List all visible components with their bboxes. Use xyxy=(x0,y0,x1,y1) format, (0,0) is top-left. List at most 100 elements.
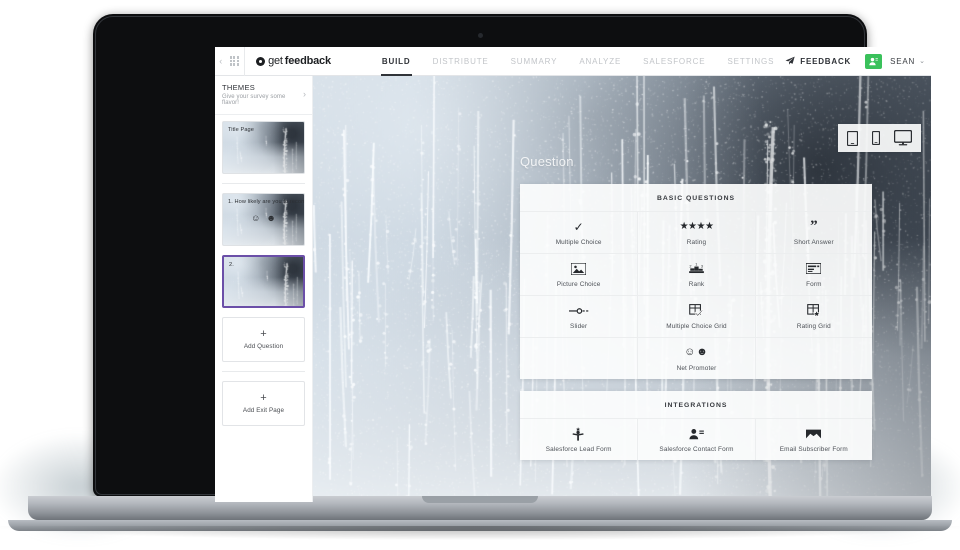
tab-analyze[interactable]: ANALYZE xyxy=(568,47,632,76)
slide-divider xyxy=(222,182,305,184)
quotation-marks-icon: ” xyxy=(810,218,818,234)
integration-salesforce-lead-form[interactable]: Salesforce Lead Form xyxy=(520,418,638,460)
tab-summary[interactable]: SUMMARY xyxy=(500,47,569,76)
panel-title: BASIC QUESTIONS xyxy=(656,195,736,202)
two-faces-icon: ☺☻ xyxy=(684,346,709,358)
person-star-icon xyxy=(572,426,584,441)
integration-salesforce-contact-form[interactable]: Salesforce Contact Form xyxy=(637,418,755,460)
add-exit-page-button[interactable]: + Add Exit Page xyxy=(222,380,305,426)
question-type-grid: ✓ Multiple Choice ★★★★ Rating ” Short An… xyxy=(520,211,872,379)
cell-label: Multiple Choice xyxy=(555,239,602,246)
slide-faces-preview: ☺ ☻ xyxy=(223,212,304,223)
slide-thumbnail-title-page[interactable]: Title Page xyxy=(222,120,305,174)
chevron-left-icon[interactable]: ‹ xyxy=(215,56,226,66)
laptop-shadow xyxy=(0,526,960,540)
user-name-label[interactable]: SEAN xyxy=(890,57,915,66)
themes-text-block: THEMES Give your survey some flavor! xyxy=(222,83,300,106)
tab-salesforce[interactable]: SALESFORCE xyxy=(632,47,716,76)
integration-grid: Salesforce Lead Form Salesforce Contact … xyxy=(520,418,872,460)
laptop-screen: ‹ get feedback BUILD DISTRIBUTE SUMMARY … xyxy=(215,47,931,502)
feedback-label: FEEDBACK xyxy=(800,56,852,66)
basic-questions-panel: BASIC QUESTIONS ✓ Multiple Choice ★★★★ R… xyxy=(520,184,872,379)
panel-title: INTEGRATIONS xyxy=(664,402,728,409)
integrations-panel: INTEGRATIONS Salesforce Lead Form Salesf… xyxy=(520,391,872,460)
cell-label: Picture Choice xyxy=(556,281,601,288)
cell-label: Salesforce Contact Form xyxy=(659,446,734,453)
slider-icon xyxy=(568,307,588,314)
cell-label: Email Subscriber Form xyxy=(779,446,848,453)
question-type-rating[interactable]: ★★★★ Rating xyxy=(637,211,755,253)
grid-empty-cell xyxy=(754,337,872,379)
smiley-face-icon: ☺ xyxy=(251,212,261,223)
cell-label: Slider xyxy=(570,323,588,330)
header-divider xyxy=(244,47,246,76)
smiley-face-icon: ☻ xyxy=(266,212,276,223)
question-type-multiple-choice-grid[interactable]: Multiple Choice Grid xyxy=(637,295,755,337)
slide-thumbnail-question-1[interactable]: 1. How likely are you to recom ☺ ☻ xyxy=(222,192,305,246)
integration-email-subscriber-form[interactable]: Email Subscriber Form xyxy=(754,418,872,460)
tab-settings[interactable]: SETTINGS xyxy=(716,47,785,76)
plus-icon: + xyxy=(260,391,267,404)
themes-title: THEMES xyxy=(222,83,256,92)
themes-subtitle: Give your survey some flavor! xyxy=(222,93,286,106)
add-exit-page-label: Add Exit Page xyxy=(242,406,285,414)
grid-star-icon xyxy=(807,304,821,317)
desktop-icon[interactable] xyxy=(894,130,912,146)
user-avatar-badge[interactable] xyxy=(865,53,883,69)
cell-label: Salesforce Lead Form xyxy=(545,446,612,453)
question-caption: Question xyxy=(520,154,574,169)
survey-sidebar: THEMES Give your survey some flavor! › T… xyxy=(215,76,313,502)
slide-thumbnail-question-2[interactable]: 2. xyxy=(222,254,305,308)
svg-text:1: 1 xyxy=(695,263,697,267)
cell-label: Short Answer xyxy=(793,239,834,246)
slide-thumb-image xyxy=(224,256,303,306)
cell-label: Rating Grid xyxy=(796,323,831,330)
logo-suffix: feedback xyxy=(284,55,331,67)
screenshot-stage: ‹ get feedback BUILD DISTRIBUTE SUMMARY … xyxy=(0,0,960,550)
device-preview-toggle xyxy=(838,124,921,152)
laptop-lid: ‹ get feedback BUILD DISTRIBUTE SUMMARY … xyxy=(93,14,931,502)
question-type-rank[interactable]: 2 1 3 Rank xyxy=(637,253,755,295)
question-type-rating-grid[interactable]: Rating Grid xyxy=(754,295,872,337)
header-right-cluster: FEEDBACK SEAN ⌄ xyxy=(785,53,931,69)
question-type-picture-choice[interactable]: Picture Choice xyxy=(520,253,638,295)
logo-mark-icon xyxy=(256,56,266,66)
svg-text:3: 3 xyxy=(701,264,703,268)
question-type-short-answer[interactable]: ” Short Answer xyxy=(754,211,872,253)
stars-icon: ★★★★ xyxy=(679,220,714,232)
grid-check-icon xyxy=(689,304,704,317)
podium-rank-icon: 2 1 3 xyxy=(689,263,704,274)
tablet-icon[interactable] xyxy=(847,130,858,146)
svg-text:2: 2 xyxy=(689,264,691,268)
chevron-down-icon[interactable]: ⌄ xyxy=(919,57,925,65)
question-type-multiple-choice[interactable]: ✓ Multiple Choice xyxy=(520,211,638,253)
logo-prefix: get xyxy=(268,55,283,67)
cell-label: Form xyxy=(806,281,822,288)
themes-panel-button[interactable]: THEMES Give your survey some flavor! › xyxy=(215,76,312,115)
slide-label: 2. xyxy=(229,261,234,268)
primary-nav: BUILD DISTRIBUTE SUMMARY ANALYZE SALESFO… xyxy=(371,47,785,76)
survey-canvas: Question BASIC QUESTIONS ✓ Multiple Choi… xyxy=(313,76,931,502)
slide-label: Title Page xyxy=(228,126,254,133)
webcam-icon xyxy=(477,33,483,38)
person-add-icon xyxy=(869,57,879,65)
add-question-label: Add Question xyxy=(243,342,284,350)
getfeedback-logo[interactable]: get feedback xyxy=(256,55,331,67)
envelope-icon xyxy=(806,429,822,438)
question-type-form[interactable]: Form xyxy=(754,253,872,295)
phone-icon[interactable] xyxy=(872,131,880,145)
tab-distribute[interactable]: DISTRIBUTE xyxy=(422,47,500,76)
slide-label: 1. How likely are you to recom xyxy=(228,198,305,205)
grid-apps-icon[interactable] xyxy=(226,56,242,66)
slide-list: Title Page 1. How likely are you to reco… xyxy=(215,115,312,426)
slide-divider xyxy=(222,370,305,372)
chevron-right-icon: › xyxy=(303,89,306,100)
feedback-button[interactable]: FEEDBACK xyxy=(785,56,851,66)
paper-plane-icon xyxy=(785,56,795,65)
question-type-slider[interactable]: Slider xyxy=(520,295,638,337)
app-header: ‹ get feedback BUILD DISTRIBUTE SUMMARY … xyxy=(215,47,931,76)
question-type-net-promoter[interactable]: ☺☻ Net Promoter xyxy=(637,337,755,379)
add-question-button[interactable]: + Add Question xyxy=(222,316,305,362)
tab-build[interactable]: BUILD xyxy=(371,47,422,76)
cell-label: Net Promoter xyxy=(676,365,717,372)
